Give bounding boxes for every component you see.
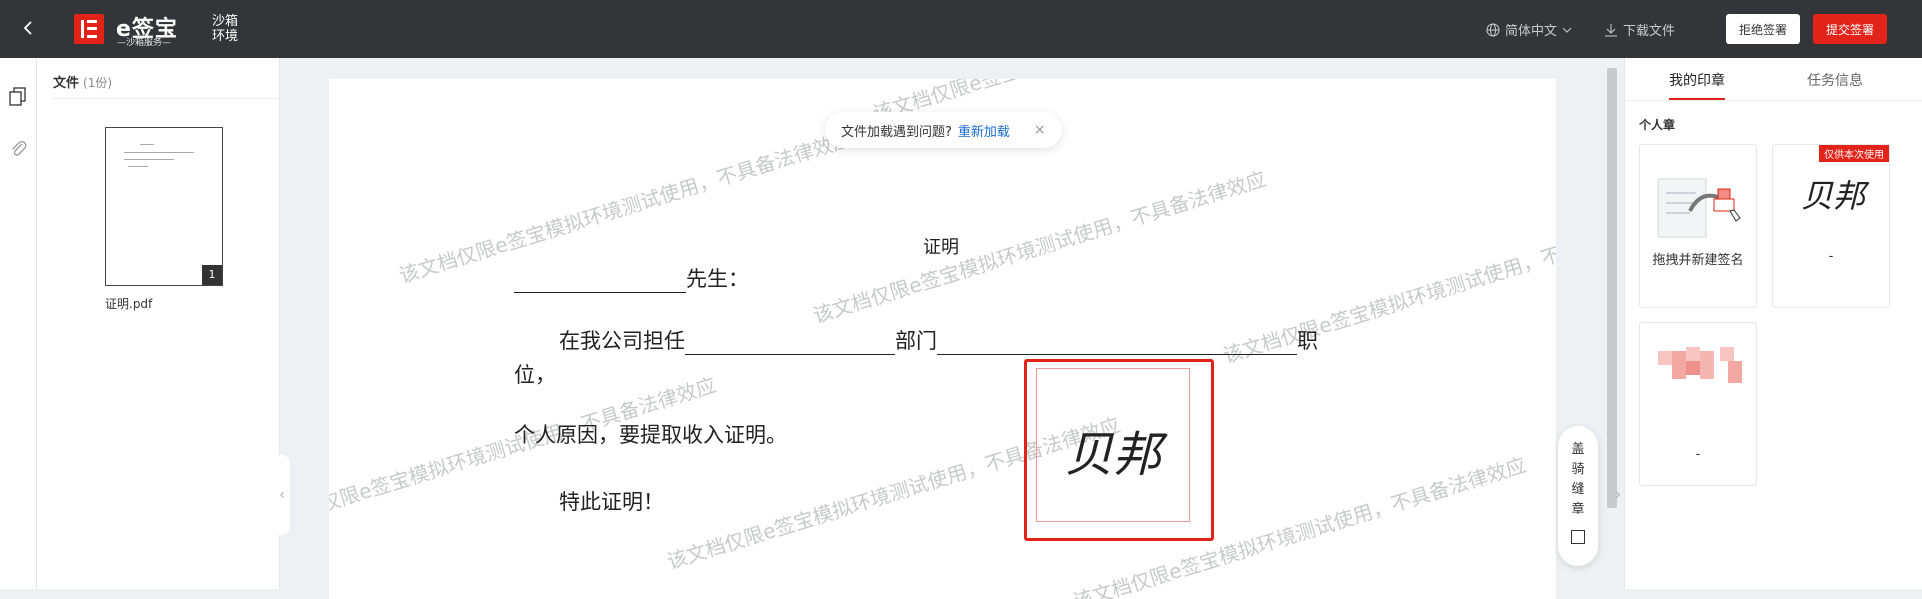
reload-link[interactable]: 重新加载 <box>958 121 1010 140</box>
thumb-line <box>124 152 194 153</box>
file-panel-title-text: 文件 <box>53 76 80 91</box>
signature-text: 贝邦 <box>1065 427 1162 483</box>
notice-text: 文件加载遇到问题? <box>841 124 952 140</box>
tab-task-info[interactable]: 任务信息 <box>1807 70 1863 90</box>
ride-seal-icon <box>1571 530 1585 544</box>
document-title: 证明 <box>923 237 959 258</box>
language-selector[interactable]: 简体中文 <box>1486 20 1572 39</box>
chevron-down-icon <box>1562 27 1572 33</box>
document-page: 该文档仅限e签宝模拟环境测试使用，不具备法律效应 该文档仅限e签宝模拟环境测试使… <box>329 79 1556 599</box>
temp-use-badge: 仅供本次使用 <box>1819 145 1889 162</box>
download-button[interactable]: 下载文件 <box>1604 20 1675 39</box>
close-notice-icon[interactable]: × <box>1034 122 1046 138</box>
blank-name <box>514 270 686 293</box>
divider <box>53 98 279 99</box>
page-thumbnail[interactable]: 1 <box>105 127 223 286</box>
esign-logo-icon <box>74 14 104 44</box>
file-name[interactable]: 证明.pdf <box>105 295 152 312</box>
doc-line-4: 个人原因，要提取收入证明。 <box>514 423 787 447</box>
watermark: 该文档仅限e签宝模拟环境测试使用，不具备法律效应 <box>810 166 1269 328</box>
temp-signature-card[interactable]: 仅供本次使用 贝邦 - <box>1772 144 1890 308</box>
doc-line-2b: 部门 <box>895 329 937 353</box>
download-label: 下载文件 <box>1623 24 1676 39</box>
collapse-left-panel-button[interactable]: ‹ <box>274 455 290 535</box>
temp-signature-text: 贝邦 <box>1801 177 1866 215</box>
chevron-left-icon <box>23 21 32 35</box>
temp-signature-label: - <box>1828 249 1834 264</box>
collapse-right-panel-button[interactable]: › <box>1612 455 1624 535</box>
env-label: 沙箱环境 <box>212 14 239 44</box>
doc-line-2c: 职 <box>1297 329 1318 353</box>
thumb-line <box>140 144 154 145</box>
file-count: (1份) <box>83 76 113 90</box>
download-icon <box>1605 23 1617 36</box>
signature-stamp[interactable]: 贝邦 <box>1036 368 1190 522</box>
thumb-line <box>124 159 174 160</box>
globe-icon <box>1486 23 1500 36</box>
page-number-badge: 1 <box>202 265 222 285</box>
top-bar: e签宝 —沙箱服务— 沙箱环境 简体中文 下载文件 拒绝签署 提交签署 <box>0 0 1922 58</box>
blurred-seal-card[interactable]: - <box>1639 322 1757 486</box>
blank-department <box>685 332 895 355</box>
logo-subtitle: —沙箱服务— <box>117 38 172 48</box>
load-error-notice: 文件加载遇到问题? 重新加载 × <box>825 112 1062 148</box>
scrollbar-thumb[interactable] <box>1607 68 1617 508</box>
submit-sign-button[interactable]: 提交签署 <box>1813 14 1887 44</box>
reject-sign-button[interactable]: 拒绝签署 <box>1726 14 1800 44</box>
files-icon[interactable] <box>8 86 28 106</box>
chevron-left-icon: ‹ <box>279 487 285 503</box>
doc-line-5: 特此证明！ <box>559 490 664 514</box>
doc-line-1: 先生： <box>514 263 749 293</box>
doc-line-1-text: 先生： <box>686 267 749 291</box>
doc-line-3: 位， <box>514 363 556 387</box>
blank-position <box>937 332 1297 355</box>
ride-seal-label: 盖骑缝章 <box>1571 442 1585 517</box>
blurred-seal-image <box>1658 347 1742 387</box>
back-button[interactable] <box>18 18 38 38</box>
active-tab-indicator <box>1669 98 1725 100</box>
right-panel: 我的印章 任务信息 个人章 拖拽并新建签名 仅供本次使用 贝邦 - - <box>1624 58 1922 589</box>
new-signature-card[interactable]: 拖拽并新建签名 <box>1639 144 1757 308</box>
file-panel-title: 文件 (1份) <box>53 72 112 91</box>
thumb-line <box>128 166 148 167</box>
blurred-seal-label: - <box>1695 447 1701 462</box>
doc-line-2a: 在我公司担任 <box>559 329 685 353</box>
attachment-icon[interactable] <box>8 138 28 158</box>
file-panel: 文件 (1份) 1 证明.pdf <box>37 58 280 589</box>
chevron-right-icon: › <box>1615 487 1621 503</box>
doc-line-2: 在我公司担任 部门 职 <box>559 325 1318 355</box>
tab-my-seals[interactable]: 我的印章 <box>1669 70 1725 90</box>
section-personal-seal: 个人章 <box>1639 118 1676 132</box>
ride-seal-button[interactable]: 盖骑缝章 <box>1558 426 1598 566</box>
drag-new-signature-icon <box>1657 178 1741 238</box>
new-signature-label: 拖拽并新建签名 <box>1652 253 1744 268</box>
left-icon-rail <box>0 58 37 589</box>
tab-divider <box>1625 100 1922 101</box>
language-label: 简体中文 <box>1505 24 1558 39</box>
